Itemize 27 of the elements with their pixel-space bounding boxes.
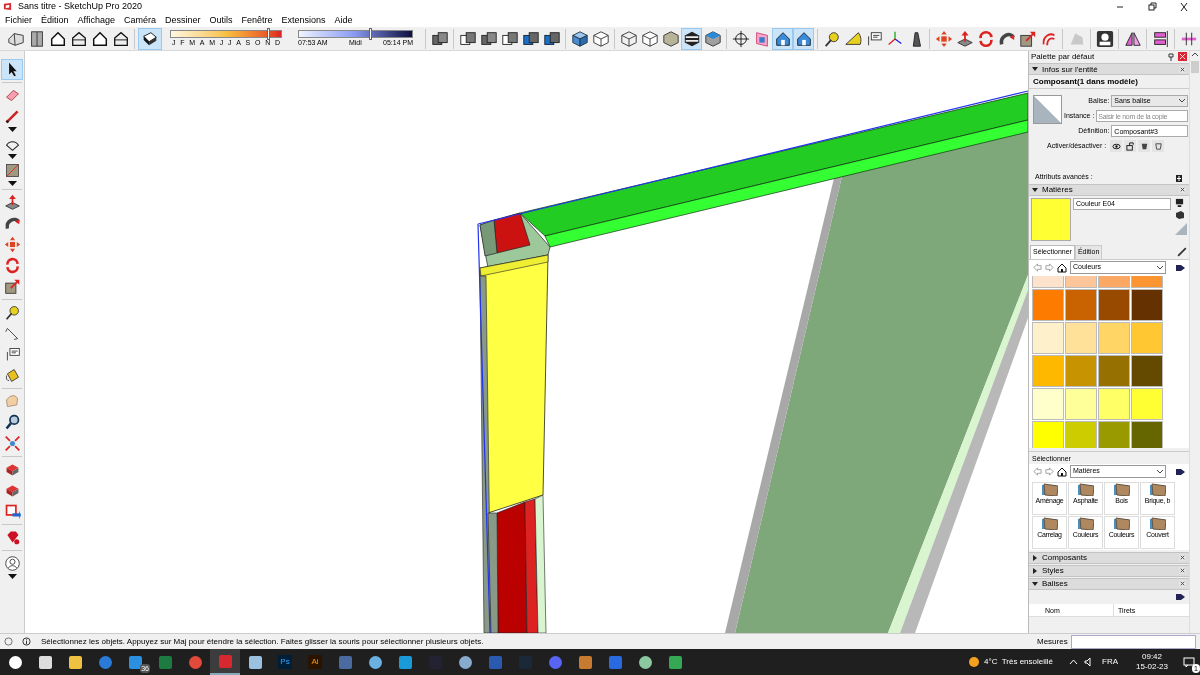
language-indicator[interactable]: FRA: [1102, 656, 1118, 668]
panel-header[interactable]: Infos sur l'entité: [1029, 63, 1189, 75]
panel-header[interactable]: Balises: [1029, 577, 1189, 590]
taskbar-button[interactable]: Ps: [270, 649, 300, 675]
panel-header[interactable]: Styles: [1029, 564, 1189, 577]
menu-item[interactable]: Outils: [209, 13, 233, 27]
taskbar-button[interactable]: Ai: [300, 649, 330, 675]
entity-heading: Composant(1 dans modèle): [1029, 75, 1189, 89]
clock-time[interactable]: 09:42: [1142, 652, 1162, 662]
weather-text: 4°C Très ensoleillé: [984, 656, 1053, 668]
tray-title: Palette par défaut: [1031, 51, 1096, 62]
window-title: Sans titre - SketchUp Pro 2020: [18, 0, 143, 13]
app-icon: Ps: [278, 655, 292, 669]
menu-item[interactable]: Affichage: [77, 13, 115, 27]
status-message: Sélectionnez les objets. Appuyez sur Maj pour étendre la sélection. Faites glisser la souris pour sélectionner plusieurs objets.: [41, 635, 485, 648]
panel-header[interactable]: Matières: [1029, 183, 1189, 196]
menu-item[interactable]: Aide: [334, 13, 353, 27]
menu-item[interactable]: Fichier: [5, 13, 32, 27]
menu-item[interactable]: Extensions: [281, 13, 326, 27]
panel-header[interactable]: Composants: [1029, 551, 1189, 564]
measure-label: Mesures: [1036, 635, 1069, 648]
clock-date[interactable]: 15-02-23: [1136, 662, 1168, 672]
app-icon: Ai: [308, 655, 322, 669]
menu-item[interactable]: Fenêtre: [241, 13, 273, 27]
menu-item[interactable]: Édition: [41, 13, 69, 27]
menu-item[interactable]: Dessiner: [164, 13, 201, 27]
menu-item[interactable]: Caméra: [123, 13, 156, 27]
